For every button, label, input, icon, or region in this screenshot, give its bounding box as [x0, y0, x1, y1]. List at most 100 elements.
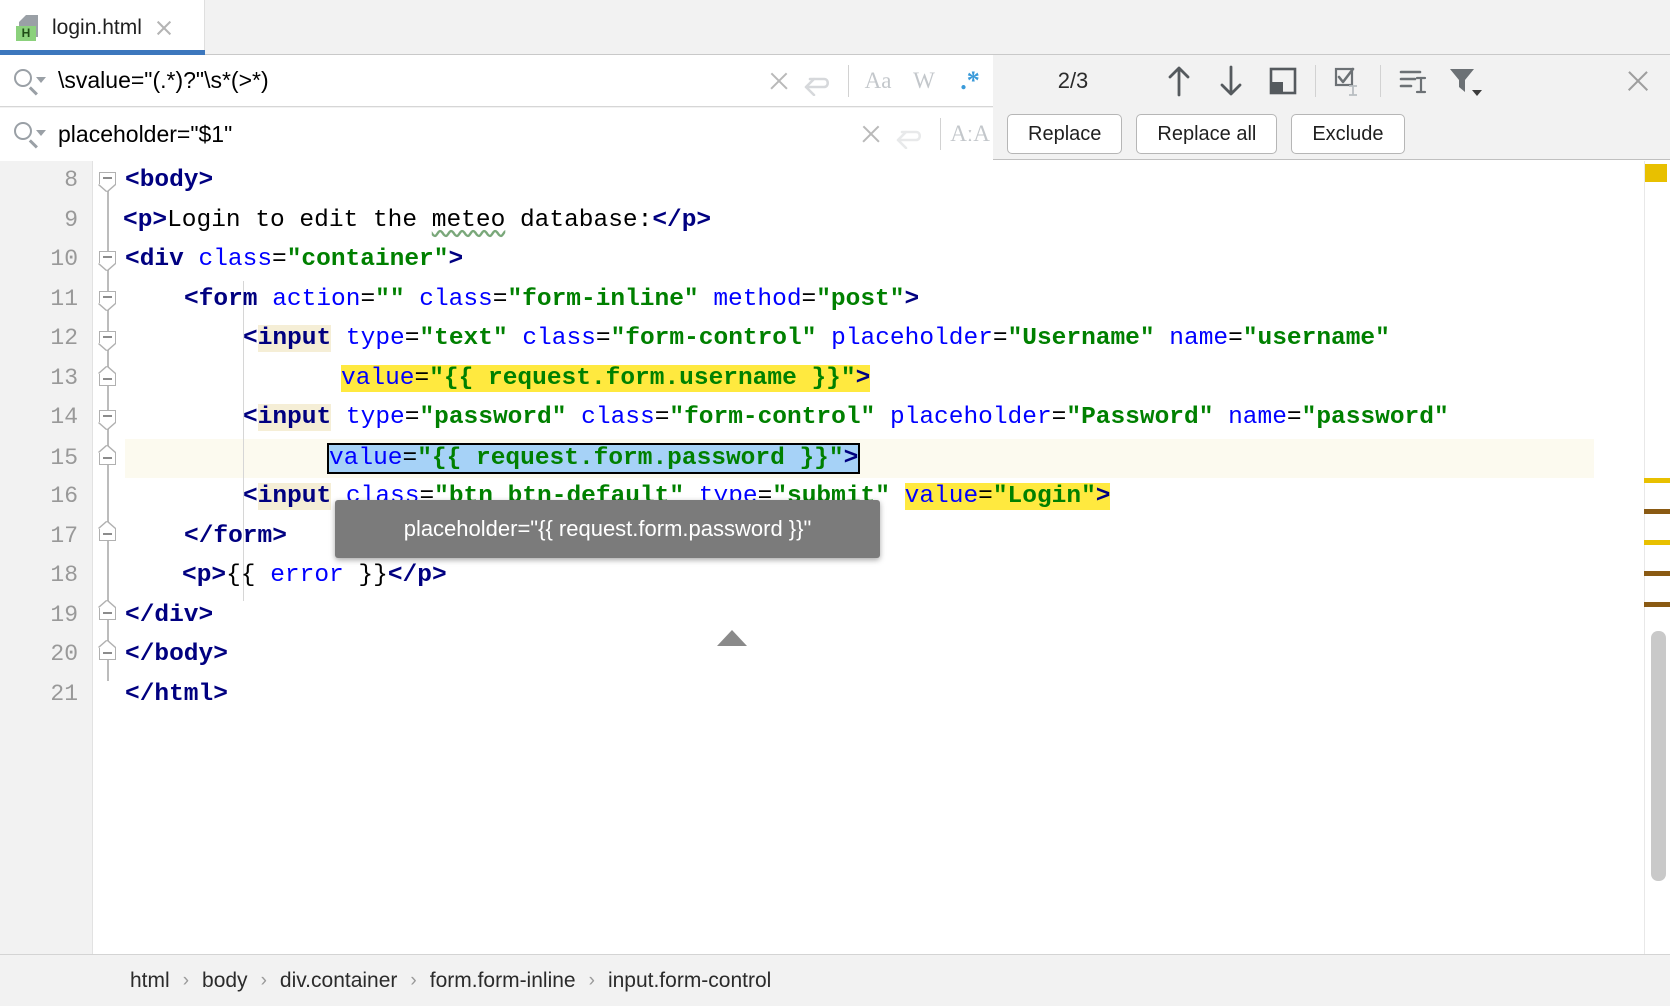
editor-scrollbar-thumb[interactable]: [1651, 631, 1666, 881]
tooltip-text: placeholder="{{ request.form.password }}…: [404, 516, 812, 542]
fold-marker-input-1[interactable]: [99, 331, 116, 348]
code-folding-gutter[interactable]: [93, 161, 125, 954]
code-line-8: <body>: [125, 161, 1670, 201]
fold-marker-form[interactable]: [99, 291, 116, 308]
close-tab-icon[interactable]: [154, 18, 174, 38]
preserve-case-toggle[interactable]: AːA: [947, 115, 993, 153]
find-previous-icon[interactable]: [1153, 59, 1205, 103]
open-in-new-window-icon[interactable]: [1257, 59, 1309, 103]
find-next-icon[interactable]: [1205, 59, 1257, 103]
fold-marker-body[interactable]: [99, 172, 116, 189]
editor-tab-bar: H login.html: [0, 0, 1670, 55]
line-number: 16: [0, 477, 78, 517]
filter-icon[interactable]: [1439, 59, 1491, 103]
search-input[interactable]: \svalue="(.*)?"\s*(>*): [50, 67, 766, 94]
whole-words-toggle[interactable]: W: [901, 62, 947, 100]
change-marker[interactable]: [1644, 509, 1670, 514]
fold-marker-input-2[interactable]: [99, 410, 116, 427]
fold-marker-body-end[interactable]: [99, 647, 116, 664]
breadcrumb-item-html[interactable]: html: [130, 969, 170, 993]
breadcrumb-separator: ›: [261, 970, 267, 992]
match-case-toggle[interactable]: Aa: [855, 62, 901, 100]
code-line-20: </body>: [125, 635, 1670, 675]
fold-marker-div-end[interactable]: [99, 607, 116, 624]
regex-toggle[interactable]: .*: [947, 62, 993, 100]
clear-search-icon[interactable]: [766, 68, 792, 94]
line-number: 9: [0, 201, 78, 241]
code-line-12: <input type="text" class="form-control" …: [243, 319, 1670, 359]
fold-marker-form-end[interactable]: [99, 528, 116, 545]
breadcrumb-item-form-form-inline[interactable]: form.form-inline: [430, 969, 576, 993]
line-number: 12: [0, 319, 78, 359]
breadcrumb-item-body[interactable]: body: [202, 969, 248, 993]
code-text-area[interactable]: <body> <p>Login to edit the meteo databa…: [125, 161, 1670, 954]
match-marker[interactable]: [1644, 478, 1670, 483]
inspection-status-marker[interactable]: [1645, 164, 1667, 182]
divider: [1380, 65, 1381, 97]
line-number: 20: [0, 635, 78, 675]
line-number: 10: [0, 240, 78, 280]
preserve-case-label: AːA: [950, 121, 990, 147]
breadcrumb-item-div-container[interactable]: div.container: [280, 969, 398, 993]
line-number: 14: [0, 398, 78, 438]
replace-search-icon[interactable]: [10, 119, 50, 149]
divider: [940, 118, 941, 150]
search-row: \svalue="(.*)?"\s*(>*) Aa W .*: [0, 55, 993, 107]
fold-marker-input-1-end[interactable]: [99, 373, 116, 390]
close-find-panel-icon[interactable]: [1624, 67, 1652, 95]
divider: [1315, 65, 1316, 97]
replacement-preview-tooltip: placeholder="{{ request.form.password }}…: [335, 500, 880, 558]
code-line-18: <p>{{ error }}</p>: [182, 556, 1670, 596]
find-toolbar: 2/3: [993, 55, 1670, 107]
line-number: 13: [0, 359, 78, 399]
search-history-icon[interactable]: [800, 66, 834, 96]
change-marker[interactable]: [1644, 602, 1670, 607]
filter-search-icon[interactable]: [1387, 59, 1439, 103]
line-number: 15: [0, 439, 78, 479]
code-line-9: <p>Login to edit the meteo database:</p>: [123, 201, 1668, 241]
search-match-1[interactable]: value="{{ request.form.username }}">: [341, 365, 870, 392]
code-line-21: </html>: [125, 675, 1670, 715]
breadcrumb: html › body › div.container › form.form-…: [0, 954, 1670, 1006]
html-file-icon: H: [16, 14, 42, 42]
line-number: 18: [0, 556, 78, 596]
fold-marker-div[interactable]: [99, 251, 116, 268]
editor-tab-login-html[interactable]: H login.html: [0, 0, 205, 55]
replace-buttons-row: Replace Replace all Exclude: [993, 108, 1670, 160]
editor-marker-bar[interactable]: [1644, 161, 1670, 954]
replace-input[interactable]: placeholder="$1": [50, 121, 858, 148]
replace-row: placeholder="$1" AːA: [0, 108, 993, 160]
code-line-11: <form action="" class="form-inline" meth…: [184, 280, 1670, 320]
change-marker[interactable]: [1644, 571, 1670, 576]
in-selection-icon[interactable]: [1322, 59, 1374, 103]
code-line-13: value="{{ request.form.username }}">: [341, 359, 1670, 399]
replace-all-button[interactable]: Replace all: [1136, 114, 1277, 154]
line-number-gutter: 8 9 10 11 12 13 14 15 16 17 18 19 20 21: [0, 161, 93, 954]
editor-tab-label: login.html: [52, 16, 142, 40]
tooltip-arrow: [717, 630, 747, 646]
line-number: 8: [0, 161, 78, 201]
match-marker[interactable]: [1644, 540, 1670, 545]
search-match-2-current[interactable]: value="{{ request.form.password }}">: [329, 445, 858, 472]
replace-button[interactable]: Replace: [1007, 114, 1122, 154]
breadcrumb-separator: ›: [410, 970, 416, 992]
breadcrumb-separator: ›: [589, 970, 595, 992]
fold-marker-input-2-end[interactable]: [99, 452, 116, 469]
clear-replace-icon[interactable]: [858, 121, 884, 147]
breadcrumb-item-input-form-control[interactable]: input.form-control: [608, 969, 771, 993]
line-number: 19: [0, 596, 78, 636]
code-line-19: </div>: [125, 596, 1670, 636]
find-replace-panel: \svalue="(.*)?"\s*(>*) Aa W .* placehold…: [0, 55, 1670, 160]
code-line-15: value="{{ request.form.password }}">: [329, 439, 1670, 479]
search-icon[interactable]: [10, 66, 50, 96]
ide-window: H login.html \svalue="(.*)?"\s*(>*) Aa W…: [0, 0, 1670, 1006]
replace-history-icon[interactable]: [892, 119, 926, 149]
search-match-3[interactable]: value="Login">: [905, 483, 1111, 510]
line-number: 11: [0, 280, 78, 320]
exclude-button[interactable]: Exclude: [1291, 114, 1404, 154]
line-number: 21: [0, 675, 78, 715]
code-editor[interactable]: 8 9 10 11 12 13 14 15 16 17 18 19 20 21: [0, 161, 1670, 954]
code-line-10: <div class="container">: [125, 240, 1670, 280]
code-line-14: <input type="password" class="form-contr…: [243, 398, 1670, 438]
divider: [848, 65, 849, 97]
